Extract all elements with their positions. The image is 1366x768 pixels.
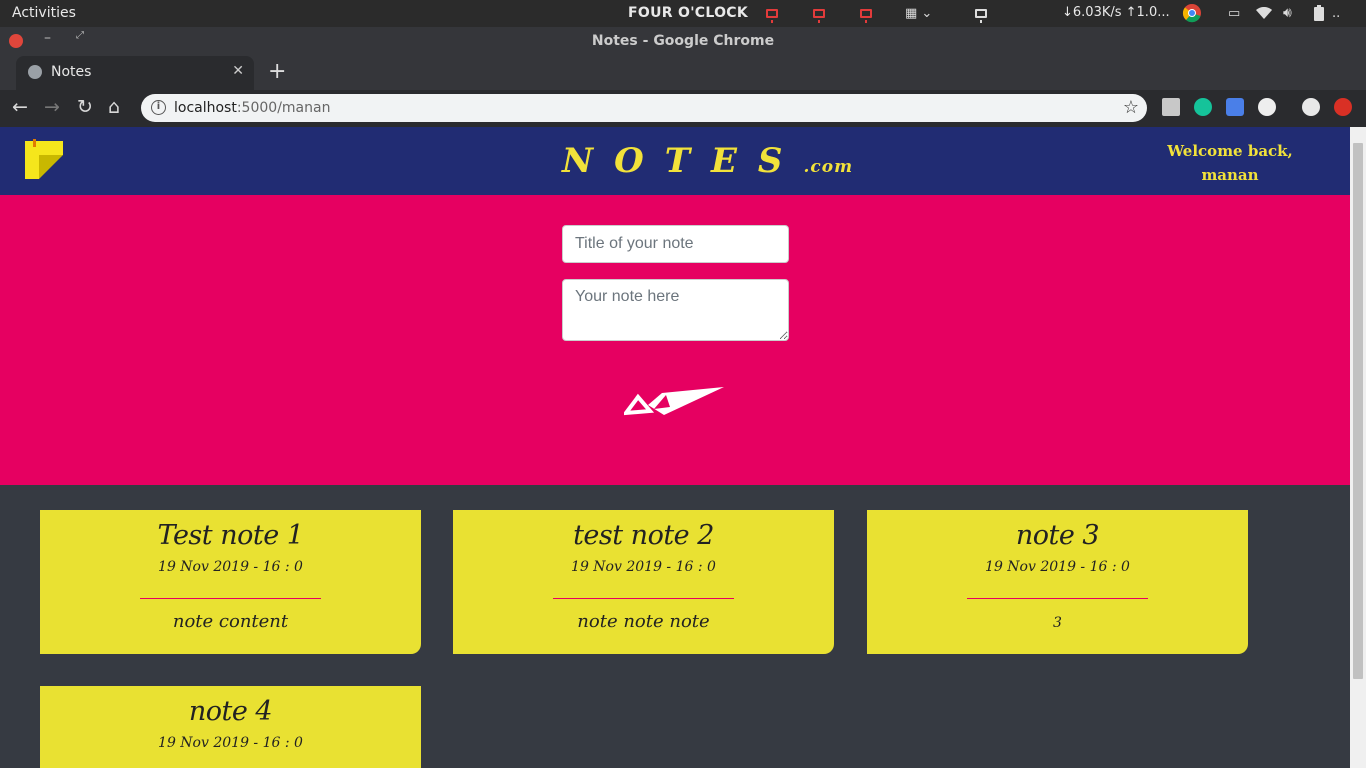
site-brand: NOTES.com	[562, 141, 853, 181]
extension-icon[interactable]	[1162, 98, 1180, 116]
note-form	[0, 195, 1350, 485]
window-title: Notes - Google Chrome	[591, 33, 775, 49]
welcome-message: Welcome back, manan	[1130, 139, 1330, 187]
monitor-icon[interactable]	[860, 4, 872, 23]
note-title: test note 2	[573, 520, 714, 551]
screen-cast-icon[interactable]: ▭	[1228, 4, 1240, 22]
tab-title: Notes	[51, 64, 92, 80]
note-card[interactable]: note 3 19 Nov 2019 - 16 : 0 3	[867, 510, 1248, 654]
site-info-icon[interactable]: i	[151, 100, 166, 115]
system-top-bar: Activities FOUR O'CLOCK ▦ ⌄ ↓6.03K/s ↑1.…	[0, 0, 1366, 27]
scrollbar-thumb[interactable]	[1353, 143, 1363, 679]
page-scrollbar[interactable]	[1350, 127, 1366, 768]
update-icon[interactable]	[1334, 98, 1352, 116]
chrome-tray-icon[interactable]	[1182, 4, 1202, 23]
network-speed: ↓6.03K/s ↑1.0...	[1062, 5, 1170, 20]
note-content: note note note	[577, 611, 710, 632]
note-title: note 3	[1015, 520, 1100, 551]
note-body-input[interactable]	[562, 279, 789, 341]
profile-avatar[interactable]	[1302, 98, 1320, 116]
page-viewport: NOTES.com Welcome back, manan Test note …	[0, 127, 1350, 768]
note-content: 3	[1053, 615, 1062, 631]
username: manan	[1201, 166, 1259, 184]
back-button[interactable]: ←	[12, 96, 28, 118]
workspace-grid-icon[interactable]: ▦ ⌄	[905, 4, 932, 22]
volume-icon[interactable]: 🔊︎	[1283, 4, 1292, 22]
note-divider	[967, 598, 1148, 599]
note-date: 19 Nov 2019 - 16 : 0	[158, 559, 303, 575]
note-date: 19 Nov 2019 - 16 : 0	[571, 559, 716, 575]
welcome-line: Welcome back,	[1167, 142, 1293, 160]
globe-icon	[28, 65, 42, 79]
note-date: 19 Nov 2019 - 16 : 0	[158, 735, 303, 751]
add-note-paper-plane-icon[interactable]	[624, 381, 728, 421]
brand-title: NOTES	[562, 141, 804, 181]
note-title-input[interactable]	[562, 225, 789, 263]
monitor-icon[interactable]	[813, 4, 825, 23]
note-card[interactable]: Test note 1 19 Nov 2019 - 16 : 0 note co…	[40, 510, 421, 654]
close-tab-icon[interactable]: ✕	[232, 63, 244, 79]
wifi-icon[interactable]	[1256, 4, 1272, 22]
note-card[interactable]: note 4 19 Nov 2019 - 16 : 0	[40, 686, 421, 768]
grammarly-icon[interactable]	[1194, 98, 1212, 116]
tab-notes[interactable]: Notes ✕	[16, 56, 254, 90]
url-text: localhost:5000/manan	[174, 100, 331, 116]
note-content: note content	[172, 611, 289, 632]
address-bar[interactable]: i localhost:5000/manan ☆	[141, 94, 1147, 122]
extension-icon[interactable]	[1258, 98, 1276, 116]
reload-button[interactable]: ↻	[77, 96, 93, 118]
tab-strip: Notes ✕ +	[0, 55, 1366, 90]
activities-button[interactable]: Activities	[12, 5, 76, 21]
display-icon[interactable]	[975, 4, 987, 23]
battery-icon[interactable]	[1314, 4, 1324, 22]
note-date: 19 Nov 2019 - 16 : 0	[985, 559, 1130, 575]
monitor-icon[interactable]	[766, 4, 778, 23]
note-divider	[553, 598, 734, 599]
system-menu-arrow[interactable]: ..	[1332, 4, 1340, 22]
new-tab-button[interactable]: +	[268, 59, 286, 84]
browser-title-bar: – ⤢ Notes - Google Chrome	[0, 27, 1366, 55]
site-header: NOTES.com Welcome back, manan	[0, 127, 1350, 195]
forward-button[interactable]: →	[44, 96, 60, 118]
brand-suffix: .com	[803, 157, 854, 177]
note-card[interactable]: test note 2 19 Nov 2019 - 16 : 0 note no…	[453, 510, 834, 654]
note-title: Test note 1	[157, 520, 304, 551]
note-title: note 4	[188, 696, 273, 727]
home-button[interactable]: ⌂	[108, 96, 120, 118]
browser-toolbar: ← → ↻ ⌂ i localhost:5000/manan ☆	[0, 90, 1366, 127]
note-divider	[140, 598, 321, 599]
sticky-note-logo-icon[interactable]	[25, 139, 63, 179]
system-clock[interactable]: FOUR O'CLOCK	[628, 5, 748, 21]
translate-icon[interactable]	[1226, 98, 1244, 116]
bookmark-star-icon[interactable]: ☆	[1123, 97, 1139, 118]
